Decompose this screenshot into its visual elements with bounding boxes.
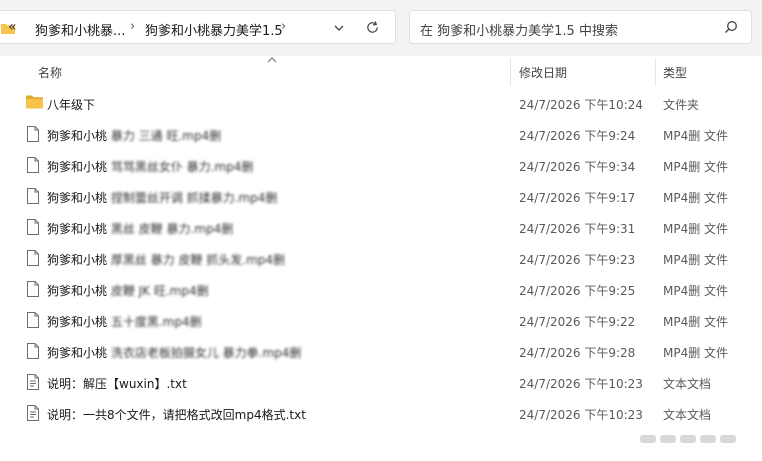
- file-type: MP4删 文件: [663, 284, 729, 298]
- list-item[interactable]: 狗爹和小桃 暴力 三通 旺.mp4删 24/7/2026 下午9:24 MP4删…: [22, 119, 758, 150]
- file-icon: [27, 250, 39, 266]
- column-header: 名称 修改日期 类型: [0, 56, 762, 86]
- folder-icon: [26, 95, 43, 109]
- file-type: MP4删 文件: [663, 315, 729, 329]
- file-type: MP4删 文件: [663, 253, 729, 267]
- file-name: 说明：解压【wuxin】.txt: [47, 377, 187, 391]
- file-name: 狗爹和小桃 黑丝 皮鞭 暴力.mp4删: [47, 222, 234, 236]
- file-name: 狗爹和小桃 捏制蕾丝开调 抓揉暴力.mp4删: [47, 191, 278, 205]
- file-date: 24/7/2026 下午9:17: [519, 191, 636, 205]
- watermark: [640, 432, 740, 446]
- list-item[interactable]: 狗爹和小桃 皮鞭 JK 旺.mp4删 24/7/2026 下午9:25 MP4删…: [22, 274, 758, 305]
- file-date: 24/7/2026 下午9:28: [519, 346, 636, 360]
- list-item[interactable]: 狗爹和小桃 五十度黑.mp4删 24/7/2026 下午9:22 MP4删 文件: [22, 305, 758, 336]
- search-icon[interactable]: [724, 20, 738, 34]
- list-item[interactable]: 狗爹和小桃 骂骂黑丝女仆 暴力.mp4删 24/7/2026 下午9:34 MP…: [22, 150, 758, 181]
- file-type: MP4删 文件: [663, 191, 729, 205]
- file-name: 狗爹和小桃 皮鞭 JK 旺.mp4删: [47, 284, 209, 298]
- list-item[interactable]: 狗爹和小桃 洗衣店老板拍摄女儿 暴力拳.mp4删 24/7/2026 下午9:2…: [22, 336, 758, 367]
- file-icon: [27, 157, 39, 173]
- file-name: 狗爹和小桃 骂骂黑丝女仆 暴力.mp4删: [47, 160, 254, 174]
- list-item[interactable]: 说明：一共8个文件，请把格式改回mp4格式.txt 24/7/2026 下午10…: [22, 398, 758, 429]
- column-date-modified[interactable]: 修改日期: [519, 64, 567, 81]
- file-icon: [27, 219, 39, 235]
- breadcrumb-item-current[interactable]: 狗爹和小桃暴力美学1.5: [145, 20, 283, 39]
- file-type: MP4删 文件: [663, 129, 729, 143]
- file-date: 24/7/2026 下午10:24: [519, 98, 643, 112]
- file-type: MP4删 文件: [663, 222, 729, 236]
- file-name: 狗爹和小桃 五十度黑.mp4删: [47, 315, 202, 329]
- address-bar[interactable]: « 狗爹和小桃暴... › 狗爹和小桃暴力美学1.5 ›: [0, 10, 396, 44]
- file-date: 24/7/2026 下午9:34: [519, 160, 636, 174]
- file-date: 24/7/2026 下午10:23: [519, 377, 643, 391]
- column-divider[interactable]: [655, 58, 656, 86]
- file-name: 八年级下: [47, 98, 96, 112]
- file-type: 文本文档: [663, 377, 712, 391]
- toolbar: « 狗爹和小桃暴... › 狗爹和小桃暴力美学1.5 › 在 狗爹和小桃暴力美学…: [0, 0, 762, 56]
- file-icon: [27, 188, 39, 204]
- list-item[interactable]: 狗爹和小桃 厚黑丝 暴力 皮鞭 抓头发.mp4删 24/7/2026 下午9:2…: [22, 243, 758, 274]
- list-item[interactable]: 狗爹和小桃 捏制蕾丝开调 抓揉暴力.mp4删 24/7/2026 下午9:17 …: [22, 181, 758, 212]
- breadcrumb-separator[interactable]: ›: [281, 19, 286, 34]
- file-name: 狗爹和小桃 洗衣店老板拍摄女儿 暴力拳.mp4删: [47, 346, 302, 360]
- file-date: 24/7/2026 下午9:22: [519, 315, 636, 329]
- text-file-icon: [27, 405, 39, 421]
- breadcrumb-separator[interactable]: ›: [130, 19, 135, 34]
- list-item[interactable]: 八年级下 24/7/2026 下午10:24 文件夹: [22, 88, 758, 119]
- file-date: 24/7/2026 下午9:25: [519, 284, 636, 298]
- text-file-icon: [27, 374, 39, 390]
- breadcrumb-overflow-button[interactable]: «: [8, 19, 17, 35]
- search-placeholder: 在 狗爹和小桃暴力美学1.5 中搜索: [420, 24, 618, 39]
- list-item[interactable]: 狗爹和小桃 黑丝 皮鞭 暴力.mp4删 24/7/2026 下午9:31 MP4…: [22, 212, 758, 243]
- file-icon: [27, 312, 39, 328]
- breadcrumb-item-parent[interactable]: 狗爹和小桃暴...: [35, 20, 125, 39]
- refresh-icon[interactable]: [365, 20, 380, 35]
- file-date: 24/7/2026 下午9:31: [519, 222, 636, 236]
- column-divider[interactable]: [510, 58, 511, 86]
- file-name: 狗爹和小桃 厚黑丝 暴力 皮鞭 抓头发.mp4删: [47, 253, 286, 267]
- column-type[interactable]: 类型: [663, 64, 687, 81]
- file-type: 文本文档: [663, 408, 712, 422]
- file-type: MP4删 文件: [663, 160, 729, 174]
- file-icon: [27, 126, 39, 142]
- file-type: MP4删 文件: [663, 346, 729, 360]
- file-date: 24/7/2026 下午10:23: [519, 408, 643, 422]
- file-date: 24/7/2026 下午9:24: [519, 129, 636, 143]
- sort-ascending-icon: [267, 57, 277, 63]
- file-date: 24/7/2026 下午9:23: [519, 253, 636, 267]
- file-name: 说明：一共8个文件，请把格式改回mp4格式.txt: [47, 408, 306, 422]
- file-icon: [27, 281, 39, 297]
- file-name: 狗爹和小桃 暴力 三通 旺.mp4删: [47, 129, 222, 143]
- file-type: 文件夹: [663, 98, 700, 112]
- chevron-down-icon[interactable]: [333, 22, 345, 34]
- search-input[interactable]: 在 狗爹和小桃暴力美学1.5 中搜索: [409, 10, 752, 44]
- column-name[interactable]: 名称: [38, 64, 62, 81]
- list-item[interactable]: 说明：解压【wuxin】.txt 24/7/2026 下午10:23 文本文档: [22, 367, 758, 398]
- file-icon: [27, 343, 39, 359]
